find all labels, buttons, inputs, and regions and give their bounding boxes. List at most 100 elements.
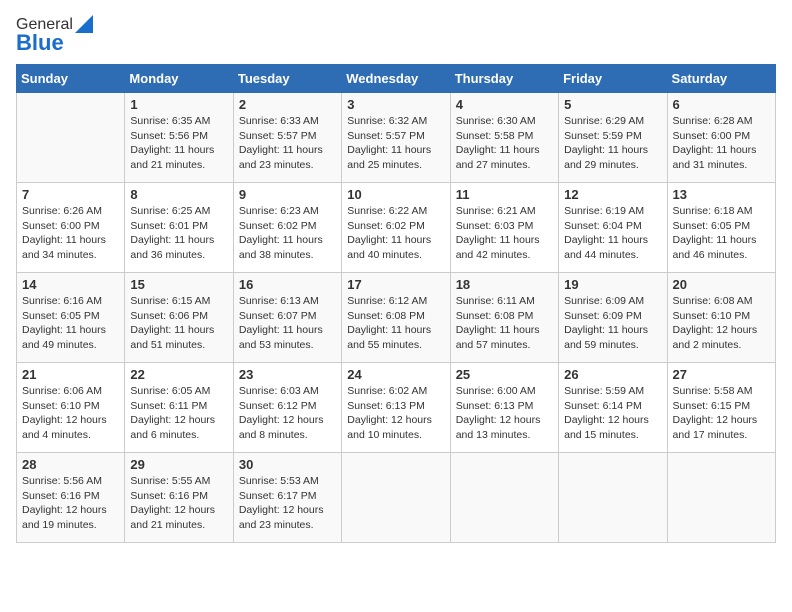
cell-info: Sunrise: 5:56 AMSunset: 6:16 PMDaylight:… <box>22 474 119 533</box>
calendar-cell: 26 Sunrise: 5:59 AMSunset: 6:14 PMDayligh… <box>559 363 667 453</box>
day-number: 22 <box>130 367 227 382</box>
day-number: 25 <box>456 367 553 382</box>
day-number: 15 <box>130 277 227 292</box>
day-number: 17 <box>347 277 444 292</box>
calendar-cell: 17 Sunrise: 6:12 AMSunset: 6:08 PMDayligh… <box>342 273 450 363</box>
calendar-cell: 21 Sunrise: 6:06 AMSunset: 6:10 PMDayligh… <box>17 363 125 453</box>
cell-info: Sunrise: 5:58 AMSunset: 6:15 PMDaylight:… <box>673 384 770 443</box>
day-number: 10 <box>347 187 444 202</box>
calendar-cell: 24 Sunrise: 6:02 AMSunset: 6:13 PMDayligh… <box>342 363 450 453</box>
day-number: 6 <box>673 97 770 112</box>
calendar-header: SundayMondayTuesdayWednesdayThursdayFrid… <box>17 65 776 93</box>
calendar-cell: 18 Sunrise: 6:11 AMSunset: 6:08 PMDayligh… <box>450 273 558 363</box>
cell-info: Sunrise: 6:35 AMSunset: 5:56 PMDaylight:… <box>130 114 227 173</box>
column-header-sunday: Sunday <box>17 65 125 93</box>
cell-info: Sunrise: 6:05 AMSunset: 6:11 PMDaylight:… <box>130 384 227 443</box>
day-number: 23 <box>239 367 336 382</box>
cell-info: Sunrise: 6:29 AMSunset: 5:59 PMDaylight:… <box>564 114 661 173</box>
cell-info: Sunrise: 6:25 AMSunset: 6:01 PMDaylight:… <box>130 204 227 263</box>
cell-info: Sunrise: 6:30 AMSunset: 5:58 PMDaylight:… <box>456 114 553 173</box>
column-header-monday: Monday <box>125 65 233 93</box>
calendar-cell: 1 Sunrise: 6:35 AMSunset: 5:56 PMDaylight… <box>125 93 233 183</box>
calendar-cell: 27 Sunrise: 5:58 AMSunset: 6:15 PMDayligh… <box>667 363 775 453</box>
calendar-cell: 11 Sunrise: 6:21 AMSunset: 6:03 PMDayligh… <box>450 183 558 273</box>
column-header-saturday: Saturday <box>667 65 775 93</box>
cell-info: Sunrise: 6:21 AMSunset: 6:03 PMDaylight:… <box>456 204 553 263</box>
calendar-cell: 20 Sunrise: 6:08 AMSunset: 6:10 PMDayligh… <box>667 273 775 363</box>
calendar-cell: 12 Sunrise: 6:19 AMSunset: 6:04 PMDayligh… <box>559 183 667 273</box>
week-row-2: 7 Sunrise: 6:26 AMSunset: 6:00 PMDaylight… <box>17 183 776 273</box>
day-number: 8 <box>130 187 227 202</box>
cell-info: Sunrise: 6:33 AMSunset: 5:57 PMDaylight:… <box>239 114 336 173</box>
calendar-cell <box>667 453 775 543</box>
cell-info: Sunrise: 6:15 AMSunset: 6:06 PMDaylight:… <box>130 294 227 353</box>
logo: General Blue <box>16 16 93 56</box>
calendar-cell: 4 Sunrise: 6:30 AMSunset: 5:58 PMDaylight… <box>450 93 558 183</box>
column-header-wednesday: Wednesday <box>342 65 450 93</box>
day-number: 13 <box>673 187 770 202</box>
week-row-5: 28 Sunrise: 5:56 AMSunset: 6:16 PMDayligh… <box>17 453 776 543</box>
cell-info: Sunrise: 6:22 AMSunset: 6:02 PMDaylight:… <box>347 204 444 263</box>
cell-info: Sunrise: 6:32 AMSunset: 5:57 PMDaylight:… <box>347 114 444 173</box>
calendar-cell: 5 Sunrise: 6:29 AMSunset: 5:59 PMDaylight… <box>559 93 667 183</box>
cell-info: Sunrise: 6:03 AMSunset: 6:12 PMDaylight:… <box>239 384 336 443</box>
cell-info: Sunrise: 5:53 AMSunset: 6:17 PMDaylight:… <box>239 474 336 533</box>
day-number: 18 <box>456 277 553 292</box>
cell-info: Sunrise: 6:00 AMSunset: 6:13 PMDaylight:… <box>456 384 553 443</box>
calendar-cell <box>17 93 125 183</box>
calendar-cell: 8 Sunrise: 6:25 AMSunset: 6:01 PMDaylight… <box>125 183 233 273</box>
calendar-cell: 10 Sunrise: 6:22 AMSunset: 6:02 PMDayligh… <box>342 183 450 273</box>
day-number: 28 <box>22 457 119 472</box>
calendar-cell: 14 Sunrise: 6:16 AMSunset: 6:05 PMDayligh… <box>17 273 125 363</box>
cell-info: Sunrise: 5:59 AMSunset: 6:14 PMDaylight:… <box>564 384 661 443</box>
calendar-cell: 13 Sunrise: 6:18 AMSunset: 6:05 PMDayligh… <box>667 183 775 273</box>
cell-info: Sunrise: 6:16 AMSunset: 6:05 PMDaylight:… <box>22 294 119 353</box>
week-row-3: 14 Sunrise: 6:16 AMSunset: 6:05 PMDayligh… <box>17 273 776 363</box>
day-number: 19 <box>564 277 661 292</box>
calendar-cell: 23 Sunrise: 6:03 AMSunset: 6:12 PMDayligh… <box>233 363 341 453</box>
day-number: 24 <box>347 367 444 382</box>
day-number: 14 <box>22 277 119 292</box>
logo-icon <box>75 15 93 33</box>
day-number: 12 <box>564 187 661 202</box>
day-number: 11 <box>456 187 553 202</box>
calendar-cell: 2 Sunrise: 6:33 AMSunset: 5:57 PMDaylight… <box>233 93 341 183</box>
cell-info: Sunrise: 6:02 AMSunset: 6:13 PMDaylight:… <box>347 384 444 443</box>
cell-info: Sunrise: 6:11 AMSunset: 6:08 PMDaylight:… <box>456 294 553 353</box>
day-number: 9 <box>239 187 336 202</box>
calendar-cell: 6Sunrise: 6:28 AMSunset: 6:00 PMDaylight… <box>667 93 775 183</box>
day-number: 21 <box>22 367 119 382</box>
calendar-cell: 7 Sunrise: 6:26 AMSunset: 6:00 PMDaylight… <box>17 183 125 273</box>
calendar-cell: 29 Sunrise: 5:55 AMSunset: 6:16 PMDayligh… <box>125 453 233 543</box>
cell-info: Sunrise: 6:18 AMSunset: 6:05 PMDaylight:… <box>673 204 770 263</box>
day-number: 2 <box>239 97 336 112</box>
day-number: 1 <box>130 97 227 112</box>
column-header-tuesday: Tuesday <box>233 65 341 93</box>
column-header-thursday: Thursday <box>450 65 558 93</box>
cell-info: Sunrise: 6:09 AMSunset: 6:09 PMDaylight:… <box>564 294 661 353</box>
cell-info: Sunrise: 6:12 AMSunset: 6:08 PMDaylight:… <box>347 294 444 353</box>
calendar-cell: 22 Sunrise: 6:05 AMSunset: 6:11 PMDayligh… <box>125 363 233 453</box>
calendar-cell: 16Sunrise: 6:13 AMSunset: 6:07 PMDayligh… <box>233 273 341 363</box>
day-number: 20 <box>673 277 770 292</box>
day-number: 7 <box>22 187 119 202</box>
day-number: 27 <box>673 367 770 382</box>
week-row-1: 1 Sunrise: 6:35 AMSunset: 5:56 PMDaylight… <box>17 93 776 183</box>
day-number: 26 <box>564 367 661 382</box>
day-number: 30 <box>239 457 336 472</box>
day-number: 3 <box>347 97 444 112</box>
cell-info: Sunrise: 6:08 AMSunset: 6:10 PMDaylight:… <box>673 294 770 353</box>
cell-info: Sunrise: 6:23 AMSunset: 6:02 PMDaylight:… <box>239 204 336 263</box>
calendar-cell <box>559 453 667 543</box>
calendar-cell <box>450 453 558 543</box>
header-row: SundayMondayTuesdayWednesdayThursdayFrid… <box>17 65 776 93</box>
day-number: 4 <box>456 97 553 112</box>
calendar-body: 1 Sunrise: 6:35 AMSunset: 5:56 PMDaylight… <box>17 93 776 543</box>
cell-info: Sunrise: 6:19 AMSunset: 6:04 PMDaylight:… <box>564 204 661 263</box>
cell-info: Sunrise: 6:26 AMSunset: 6:00 PMDaylight:… <box>22 204 119 263</box>
cell-info: Sunrise: 6:06 AMSunset: 6:10 PMDaylight:… <box>22 384 119 443</box>
day-number: 29 <box>130 457 227 472</box>
day-number: 5 <box>564 97 661 112</box>
cell-info: Sunrise: 5:55 AMSunset: 6:16 PMDaylight:… <box>130 474 227 533</box>
calendar-cell: 28 Sunrise: 5:56 AMSunset: 6:16 PMDayligh… <box>17 453 125 543</box>
